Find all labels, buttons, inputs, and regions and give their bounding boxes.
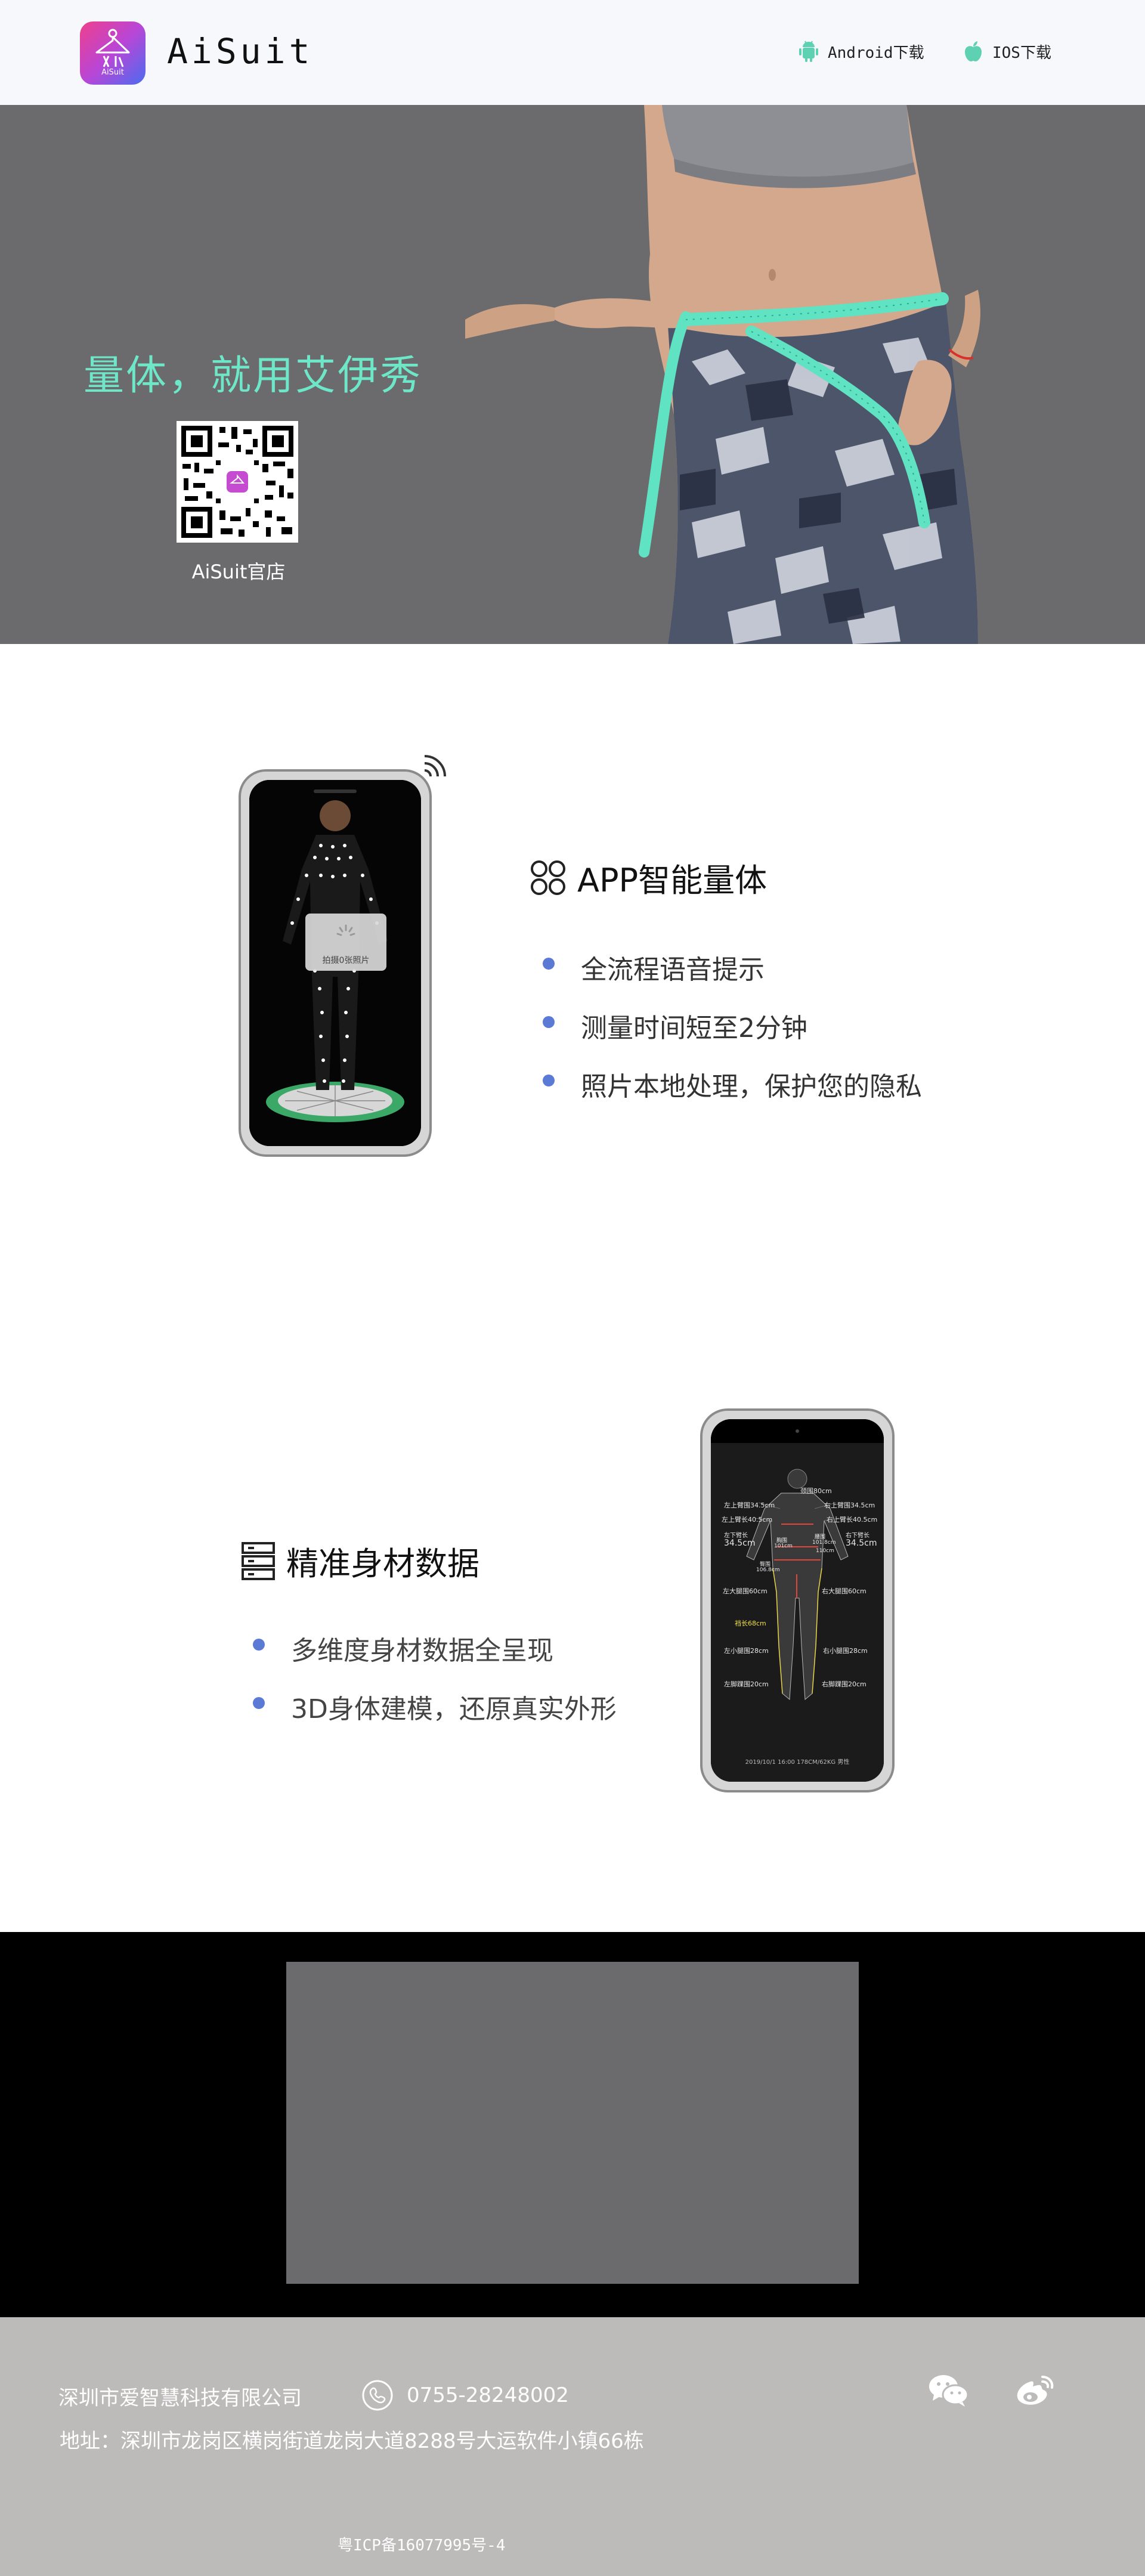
measure-value: 34.5cm [846,1538,877,1548]
data-list-icon [242,1541,275,1580]
contact-phone[interactable]: 0755-28248002 [361,2379,569,2411]
measure-value: 110cm [816,1548,834,1554]
app-logo[interactable]: AiSuit [80,21,146,85]
measure-label: 右上臂围34.5cm [824,1501,875,1509]
feature1-heading: APP智能量体 [530,854,767,901]
site-footer: 深圳市爱智慧科技有限公司 0755-28248002 地址：深圳市龙岗区横岗街道… [0,2317,1145,2576]
feature2-heading: 精准身材数据 [241,1537,479,1584]
feature1-title: APP智能量体 [577,862,768,899]
ios-download-link[interactable]: IOS下载 [961,39,1051,63]
list-item: 测量时间短至2分钟 [543,1007,922,1065]
wifi-signal-icon [424,755,446,777]
measure-value: 106.8cm [756,1567,780,1573]
hero-banner: 量体，就用艾伊秀 AiSuit官店 [0,105,1145,644]
apple-icon [965,41,982,61]
site-header: AiSuit AiSuit Android下载 IOS下载 [0,0,1145,105]
measure-label: 左下臂长 [724,1532,748,1539]
measure-label-highlight: 裆长68cm [735,1620,766,1627]
measure-label: 左脚踝围20cm [724,1680,769,1688]
android-download-link[interactable]: Android下载 [797,39,924,63]
phone-screen: 颈围80cm 左上臂围34.5cm 右上臂围34.5cm 左上臂长40.5cm … [711,1419,884,1782]
measure-label: 左上臂长40.5cm [722,1516,773,1524]
measure-value: 101.8cm [812,1540,836,1546]
list-item: 全流程语音提示 [543,948,922,1007]
hero-model-image [465,105,980,644]
feature2-title: 精准身材数据 [286,1545,479,1583]
ios-download-label: IOS下载 [992,44,1051,62]
feature2-bullet-list: 多维度身材数据全呈现 3D身体建模，还原真实外形 [253,1629,617,1746]
phone-icon [362,2380,393,2411]
feature-grid-icon [531,860,565,895]
measure-label: 左小腿围28cm [724,1647,769,1655]
hero-slogan: 量体，就用艾伊秀 [83,352,423,400]
capture-overlay-text: 拍摄0张照片 [322,956,370,965]
android-icon [799,41,818,62]
qr-caption: AiSuit官店 [191,561,286,583]
measure-label: 右脚踝围20cm [822,1680,867,1688]
feature1-bullet-list: 全流程语音提示 测量时间短至2分钟 照片本地处理，保护您的隐私 [543,948,922,1123]
phone-mockup-measurements: 颈围80cm 左上臂围34.5cm 右上臂围34.5cm 左上臂长40.5cm … [700,1408,895,1792]
measure-label: 右下臂长 [846,1532,869,1539]
icp-record[interactable]: 粤ICP备16077995号-4 [338,2533,506,2555]
measure-label: 右小腿围28cm [823,1647,868,1655]
measure-label: 左上臂围34.5cm [724,1501,775,1509]
video-player[interactable] [286,1962,859,2284]
company-address: 地址：深圳市龙岗区横岗街道龙岗大道8288号大运软件小镇66栋 [60,2429,644,2453]
contact-phone-number: 0755-28248002 [407,2383,569,2407]
phone-screen: 拍摄0张照片 [249,780,421,1146]
video-section [0,1932,1145,2317]
measure-label: 右上臂长40.5cm [827,1516,878,1524]
logo-subtext: AiSuit [101,68,124,77]
list-item: 多维度身材数据全呈现 [253,1629,617,1688]
list-item: 照片本地处理，保护您的隐私 [543,1065,922,1123]
measure-footer-bar: 2019/10/1 16:00 178CM/62KG 男性 [745,1759,850,1766]
weibo-icon[interactable] [1014,2373,1056,2408]
list-item: 3D身体建模，还原真实外形 [253,1688,617,1746]
measure-label: 左大腿围60cm [723,1587,768,1595]
phone-mockup-capture: 拍摄0张照片 [239,769,432,1157]
measure-label: 右大腿围60cm [822,1587,867,1595]
wechat-icon[interactable] [928,2373,970,2408]
measure-value: 101cm [774,1543,793,1549]
qr-code [177,421,298,543]
company-name: 深圳市爱智慧科技有限公司 [58,2386,302,2410]
measure-label: 颈围80cm [800,1487,832,1495]
android-download-label: Android下载 [828,44,924,62]
measure-value: 34.5cm [724,1538,756,1548]
brand-name[interactable]: AiSuit [167,31,314,72]
